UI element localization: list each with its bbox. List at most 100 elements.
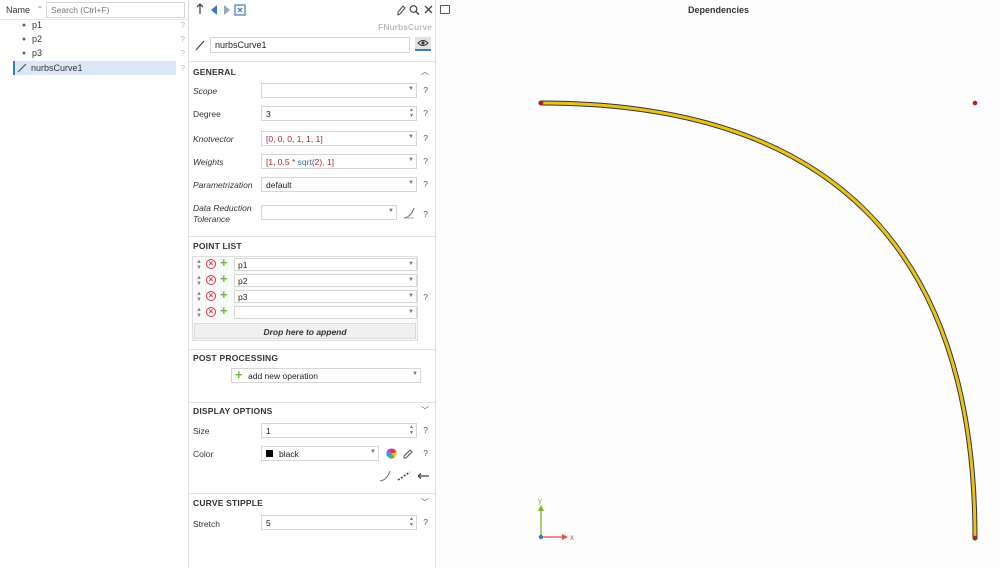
weights-field[interactable]: [1, 0.5 * sqrt(2), 1] ▼ [261,154,417,169]
help-icon[interactable]: ? [181,49,185,58]
line-style-icon[interactable] [379,470,391,482]
sync-icon[interactable] [234,3,246,17]
curve-icon [195,40,205,51]
spin-arrows-icon[interactable]: ▲ ▼ [409,516,414,528]
help-icon[interactable]: ? [423,108,428,118]
dropdown-arrow-icon[interactable]: ▼ [408,157,414,163]
help-icon[interactable]: ? [181,21,185,30]
section-title[interactable]: POST PROCESSING [193,353,278,363]
color-wheel-icon[interactable] [386,448,397,459]
curve-fit-icon[interactable] [403,207,415,219]
reorder-icon[interactable]: ▲ ▼ [196,259,202,271]
remove-icon[interactable]: × [206,291,216,301]
dropdown-arrow-icon[interactable]: ▼ [408,261,414,267]
degree-spinbox[interactable]: 3 ▲ ▼ [261,106,417,121]
point-p2[interactable] [972,100,978,106]
3d-viewport[interactable]: Dependencies x y [437,0,1000,568]
help-icon[interactable]: ? [423,448,428,458]
scope-label: Scope [193,86,218,96]
point-p3[interactable] [972,535,978,541]
section-title[interactable]: GENERAL [193,67,236,77]
reorder-icon[interactable]: ▲ ▼ [196,307,202,319]
reorder-icon[interactable]: ▲ ▼ [196,291,202,303]
size-spinbox[interactable]: 1 ▲ ▼ [261,423,417,438]
visibility-toggle-button[interactable] [415,37,431,51]
tree-item-p1[interactable]: ● p1 ? [0,18,189,32]
help-icon[interactable]: ? [423,425,428,435]
close-icon[interactable] [424,3,433,17]
help-icon[interactable]: ? [423,156,428,166]
dropdown-arrow-icon[interactable]: ▼ [408,134,414,140]
point-reference-field[interactable]: ▼ [234,306,417,319]
arrow-left-line-icon[interactable] [416,470,430,482]
add-icon[interactable]: + [220,256,228,269]
dropdown-arrow-icon[interactable]: ▼ [408,86,414,92]
sort-asc-icon[interactable]: ⌃ [34,5,46,14]
remove-icon[interactable]: × [206,275,216,285]
reorder-icon[interactable]: ▲ ▼ [196,275,202,287]
help-icon[interactable]: ? [423,85,428,95]
add-operation-combobox[interactable]: + add new operation ▼ [231,368,421,383]
remove-icon[interactable]: × [206,307,216,317]
knotvector-value: [0, 0, 0, 1, 1, 1] [266,134,323,144]
point-reference-field[interactable]: p1 ▼ [234,258,417,271]
object-name-field[interactable]: nurbsCurve1 [210,37,410,53]
post-processing-section: POST PROCESSING + add new operation ▼ [189,349,435,402]
help-icon[interactable]: ? [423,133,428,143]
drop-append-zone[interactable]: Drop here to append [194,323,416,339]
search-input[interactable] [46,1,185,18]
nurbs-curve[interactable] [539,101,977,540]
bullet-icon: ● [21,21,27,29]
chevron-down-icon[interactable]: ﹀ [421,497,429,508]
section-title[interactable]: CURVE STIPPLE [193,498,263,508]
dropdown-arrow-icon[interactable]: ▼ [408,180,414,186]
point-reference-field[interactable]: p3 ▼ [234,290,417,303]
name-column-header[interactable]: Name [0,5,34,15]
edit-pencil-icon[interactable] [396,3,406,17]
help-icon[interactable]: ? [181,35,185,44]
help-icon[interactable]: ? [423,292,428,302]
eyedropper-icon[interactable] [403,448,414,459]
spin-arrows-icon[interactable]: ▲ ▼ [409,107,414,119]
class-name-label: FNurbsCurve [378,22,432,32]
scope-combobox[interactable]: ▼ [261,83,417,98]
tree-item-p2[interactable]: ● p2 ? [0,32,189,46]
add-icon[interactable]: + [220,288,228,301]
section-title[interactable]: DISPLAY OPTIONS [193,406,273,416]
dropdown-arrow-icon[interactable]: ▼ [370,449,376,455]
parametrization-combobox[interactable]: default ▼ [261,177,417,192]
spin-arrows-icon[interactable]: ▲ ▼ [409,424,414,436]
weights-value-suffix: (2), 1] [311,157,335,167]
help-icon[interactable]: ? [423,179,428,189]
dropdown-arrow-icon[interactable]: ▼ [408,293,414,299]
color-combobox[interactable]: black ▼ [261,446,379,461]
dropdown-arrow-icon[interactable]: ▼ [412,371,418,377]
forward-arrow-icon[interactable] [222,3,232,17]
tree-item-p3[interactable]: ● p3 ? [0,46,189,60]
point-p1[interactable] [538,100,544,106]
pin-icon[interactable] [195,3,205,17]
add-icon[interactable]: + [220,304,228,317]
dropdown-arrow-icon[interactable]: ▼ [408,277,414,283]
point-reference-field[interactable]: p2 ▼ [234,274,417,287]
dropdown-arrow-icon[interactable]: ▼ [408,309,414,315]
add-icon[interactable]: + [220,272,228,285]
dropdown-arrow-icon[interactable]: ▼ [388,208,394,214]
size-value: 1 [266,426,271,436]
chevron-up-icon[interactable]: ︿ [421,66,429,77]
chevron-down-icon[interactable]: ﹀ [421,405,429,416]
help-icon[interactable]: ? [423,517,428,527]
help-icon[interactable]: ? [423,209,428,219]
back-arrow-icon[interactable] [209,3,219,17]
stretch-spinbox[interactable]: 5 ▲ ▼ [261,515,417,530]
tree-item-nurbscurve1[interactable]: nurbsCurve1 ? [0,61,189,75]
section-title[interactable]: POINT LIST [193,241,242,251]
add-icon: + [235,367,243,382]
tolerance-combobox[interactable]: ▼ [261,205,397,220]
remove-icon[interactable]: × [206,259,216,269]
help-icon[interactable]: ? [181,64,185,73]
knotvector-field[interactable]: [0, 0, 0, 1, 1, 1] ▼ [261,131,417,146]
axis-gizmo: x y [538,496,574,542]
dashed-line-icon[interactable] [397,470,411,482]
search-icon[interactable] [409,3,420,17]
